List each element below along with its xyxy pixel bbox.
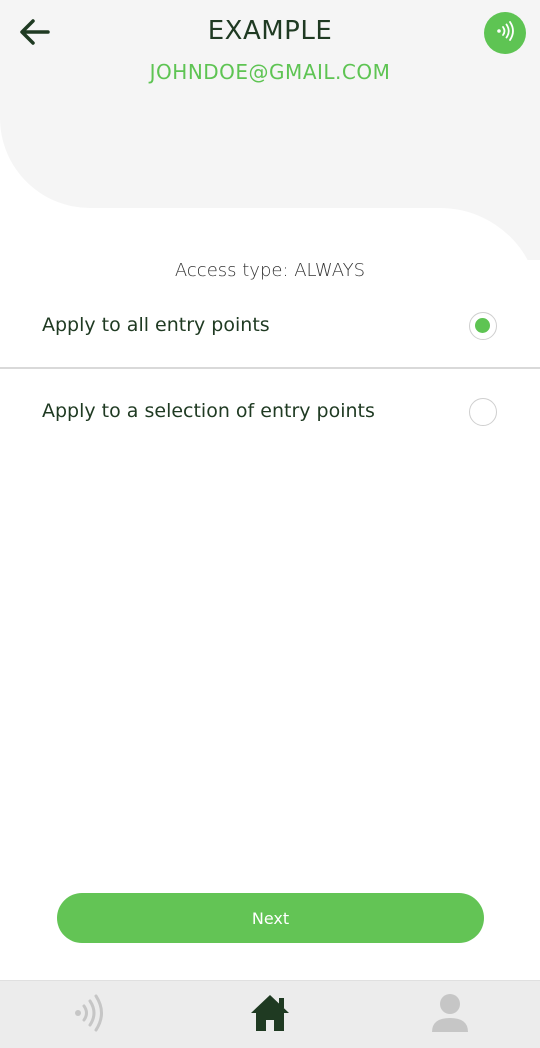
radio-button[interactable] [469,398,497,426]
radio-dot [475,318,490,333]
nfc-icon [494,20,516,46]
divider [0,367,540,369]
option-label: Apply to all entry points [42,314,270,336]
user-email: JOHNDOE@GMAIL.COM [149,60,391,84]
option-selection-entry-points[interactable]: Apply to a selection of entry points [0,370,540,456]
next-button[interactable]: Next [57,893,484,943]
nfc-button[interactable] [484,12,526,54]
option-label: Apply to a selection of entry points [42,400,375,422]
home-icon [249,993,291,1037]
page-title: EXAMPLE [207,16,333,46]
screen: EXAMPLE JOHNDOE@GMAIL.COM Access type: A… [0,0,540,1048]
nfc-icon [73,993,107,1037]
nav-item-profile[interactable] [360,981,540,1048]
radio-button-selected[interactable] [469,312,497,340]
bottom-navigation [0,980,540,1048]
option-all-entry-points[interactable]: Apply to all entry points [0,284,540,370]
user-icon [430,992,470,1038]
nav-item-nfc[interactable] [0,981,180,1048]
nav-item-home[interactable] [180,981,360,1048]
access-type-label: Access type: ALWAYS [174,260,366,281]
